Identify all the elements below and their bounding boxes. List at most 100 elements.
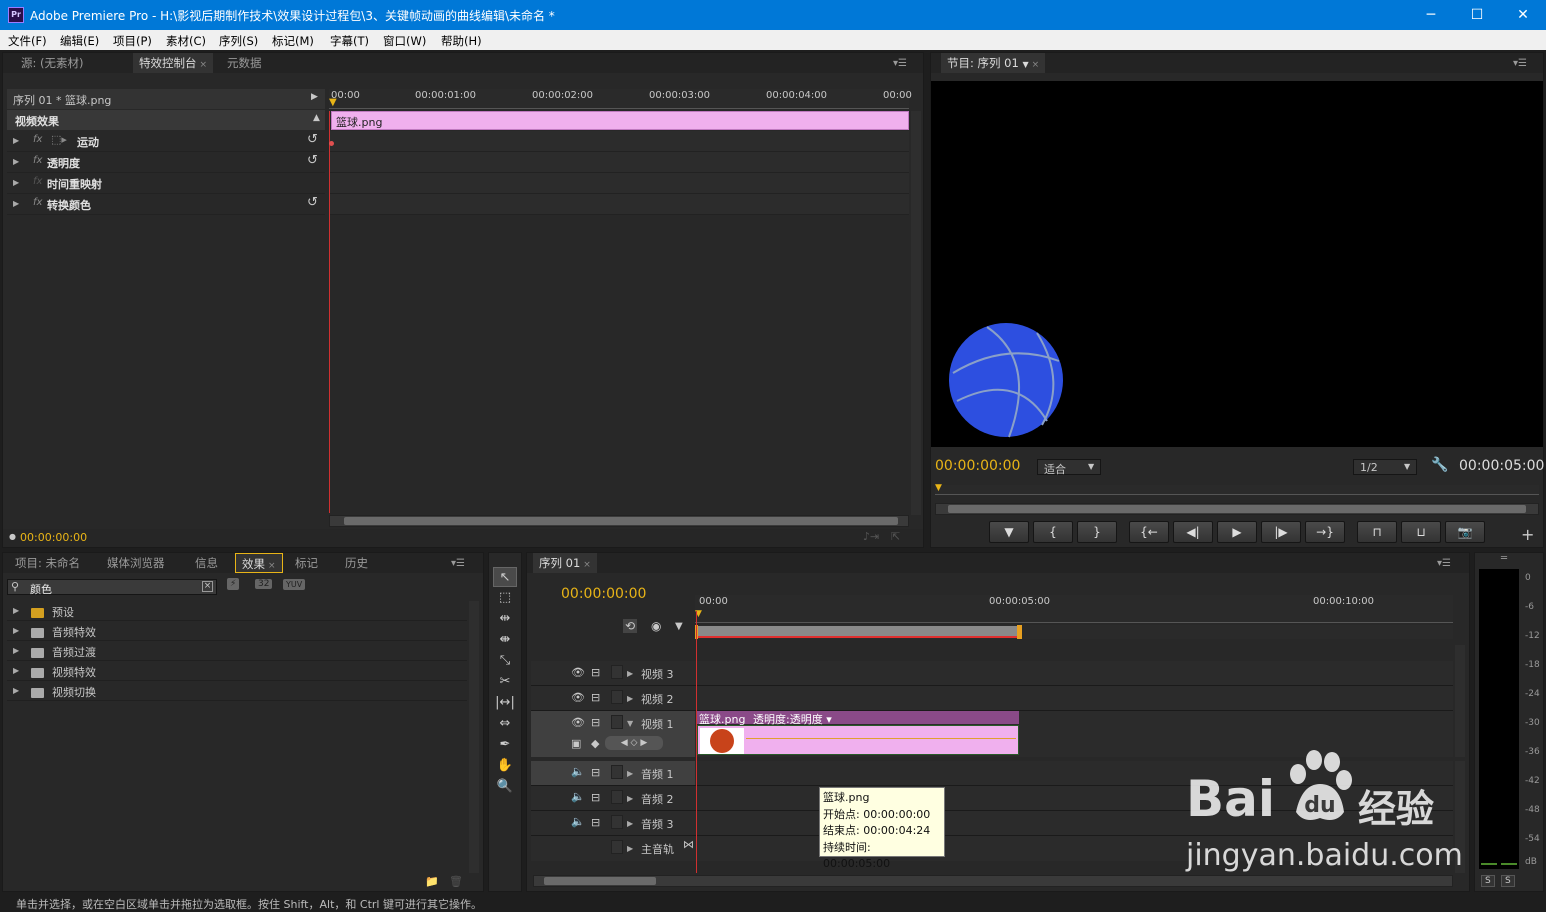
- work-area-bar[interactable]: [695, 626, 1019, 638]
- eye-icon[interactable]: 👁: [571, 666, 585, 679]
- lock-toggle[interactable]: [611, 665, 623, 679]
- close-button[interactable]: ✕: [1500, 0, 1546, 30]
- search-input[interactable]: 颜色: [30, 581, 52, 597]
- horizontal-scrollbar[interactable]: [329, 515, 909, 527]
- panel-menu-icon[interactable]: ▾☰: [1513, 58, 1527, 69]
- folder-audio-transitions[interactable]: ▶ 音频过渡: [7, 641, 467, 661]
- new-bin-icon[interactable]: 📁: [425, 875, 439, 888]
- track-select-tool-icon[interactable]: ⬚: [493, 588, 517, 608]
- disclosure-triangle-icon[interactable]: ▶: [13, 626, 19, 635]
- mark-in-button[interactable]: {: [1033, 521, 1073, 543]
- solo-right-button[interactable]: S: [1501, 875, 1515, 887]
- effect-clip-bar[interactable]: 篮球.png: [331, 111, 909, 130]
- tab-markers[interactable]: 标记: [289, 553, 324, 573]
- export-frame-button[interactable]: 📷: [1445, 521, 1485, 543]
- lock-track-icon[interactable]: ⊟: [591, 766, 600, 779]
- display-style-icon[interactable]: ▣: [571, 737, 581, 750]
- folder-audio-effects[interactable]: ▶ 音频特效: [7, 621, 467, 641]
- play-button[interactable]: ▶: [1217, 521, 1257, 543]
- eye-icon[interactable]: 👁: [571, 691, 585, 704]
- vertical-scrollbar[interactable]: [911, 111, 921, 515]
- lock-toggle[interactable]: [611, 690, 623, 704]
- extract-button[interactable]: ⊔: [1401, 521, 1441, 543]
- lock-toggle[interactable]: [611, 815, 623, 829]
- effect-timeline-ruler[interactable]: 00:00 00:00:01:00 00:00:02:00 00:00:03:0…: [329, 89, 912, 109]
- menu-project[interactable]: 项目(P): [113, 33, 152, 49]
- effect-row-opacity[interactable]: ▶ fx 透明度 ↺: [7, 152, 325, 173]
- fx-badge[interactable]: fx: [33, 134, 42, 145]
- maximize-button[interactable]: ☐: [1454, 0, 1500, 30]
- track-video-3[interactable]: 👁 ⊟ ▶ 视频 3: [531, 661, 1453, 686]
- rate-stretch-tool-icon[interactable]: ⤡: [493, 651, 517, 671]
- accelerated-effects-icon[interactable]: ⚡: [227, 578, 240, 590]
- close-icon[interactable]: ×: [583, 560, 591, 570]
- wrench-icon[interactable]: 🔧: [1431, 457, 1448, 473]
- keyframe-marker[interactable]: [329, 141, 334, 146]
- scroll-thumb[interactable]: [948, 505, 1526, 513]
- disclosure-triangle-icon[interactable]: ▶: [13, 136, 19, 145]
- step-back-button[interactable]: ◀|: [1173, 521, 1213, 543]
- menu-marker[interactable]: 标记(M): [272, 33, 314, 49]
- snap-icon[interactable]: ⟲: [623, 619, 638, 633]
- scroll-thumb[interactable]: [544, 877, 656, 885]
- keyframe-navigator[interactable]: ◀ ◇ ▶: [605, 736, 663, 750]
- scroll-thumb[interactable]: [344, 517, 898, 525]
- yuv-filter-button[interactable]: YUV: [283, 579, 306, 590]
- close-icon[interactable]: ×: [200, 60, 208, 70]
- razor-tool-icon[interactable]: ✂: [493, 672, 517, 692]
- lock-track-icon[interactable]: ⊟: [591, 791, 600, 804]
- lock-track-icon[interactable]: ⊟: [591, 716, 600, 729]
- disclosure-triangle-icon[interactable]: ▶: [13, 666, 19, 675]
- fx-badge[interactable]: fx: [33, 197, 42, 208]
- panel-menu-icon[interactable]: ▾☰: [893, 58, 907, 69]
- rolling-edit-tool-icon[interactable]: ⇼: [493, 630, 517, 650]
- lock-toggle[interactable]: [611, 765, 623, 779]
- go-to-in-button[interactable]: {←: [1129, 521, 1169, 543]
- disclosure-triangle-icon[interactable]: ▶: [13, 646, 19, 655]
- program-video-display[interactable]: [931, 81, 1543, 447]
- panel-menu-icon[interactable]: ▾☰: [1437, 558, 1451, 569]
- dropdown-arrow-icon[interactable]: ▼: [1022, 60, 1028, 69]
- lock-toggle[interactable]: [611, 790, 623, 804]
- minimize-button[interactable]: ─: [1408, 0, 1454, 30]
- vertical-scrollbar[interactable]: [469, 601, 479, 873]
- disclosure-triangle-icon[interactable]: ▶: [627, 844, 633, 853]
- add-marker-icon[interactable]: ▼: [675, 621, 683, 632]
- timeline-clip-body[interactable]: [697, 725, 1019, 755]
- tab-effects[interactable]: 效果 ×: [235, 553, 283, 573]
- playhead-icon[interactable]: ▼: [329, 97, 337, 108]
- step-forward-button[interactable]: |▶: [1261, 521, 1301, 543]
- disclosure-triangle-icon[interactable]: ▶: [13, 157, 19, 166]
- set-encore-marker-icon[interactable]: ◉: [651, 619, 661, 633]
- lock-track-icon[interactable]: ⊟: [591, 816, 600, 829]
- fit-dropdown[interactable]: 适合 ▼: [1037, 459, 1101, 476]
- 32bit-filter-button[interactable]: 32: [255, 579, 273, 589]
- folder-video-transitions[interactable]: ▶ 视频切换: [7, 681, 467, 701]
- program-scrollbar[interactable]: [935, 503, 1539, 515]
- menu-title[interactable]: 字幕(T): [330, 33, 369, 49]
- disclosure-triangle-icon[interactable]: ▶: [627, 794, 633, 803]
- speaker-icon[interactable]: 🔈: [571, 790, 585, 803]
- disclosure-triangle-icon[interactable]: ▶: [627, 769, 633, 778]
- disclosure-triangle-icon[interactable]: ▶: [627, 669, 633, 678]
- ripple-edit-tool-icon[interactable]: ⇹: [493, 609, 517, 629]
- mark-out-button[interactable]: }: [1077, 521, 1117, 543]
- transform-box-icon[interactable]: ⬚▸: [51, 133, 67, 146]
- reset-icon[interactable]: ↺: [307, 153, 318, 168]
- add-button-icon[interactable]: +: [1521, 525, 1534, 544]
- panel-menu-icon[interactable]: ▾☰: [451, 558, 465, 569]
- effect-row-time-remap[interactable]: ▶ fx 时间重映射: [7, 173, 325, 194]
- opacity-rubber-band[interactable]: [746, 738, 1016, 739]
- collapse-arrow-icon[interactable]: ▲: [313, 113, 320, 123]
- clear-search-icon[interactable]: ×: [202, 581, 213, 592]
- menu-edit[interactable]: 编辑(E): [60, 33, 99, 49]
- keyframe-icon[interactable]: ◆: [591, 737, 599, 750]
- menu-help[interactable]: 帮助(H): [441, 33, 482, 49]
- tab-sequence[interactable]: 序列 01 ×: [533, 553, 597, 573]
- menu-window[interactable]: 窗口(W): [383, 33, 426, 49]
- disclosure-triangle-icon[interactable]: ▶: [13, 686, 19, 695]
- menu-clip[interactable]: 素材(C): [166, 33, 206, 49]
- pen-tool-icon[interactable]: ✒: [493, 735, 517, 755]
- disclosure-triangle-icon[interactable]: ▶: [627, 694, 633, 703]
- lock-toggle[interactable]: [611, 840, 623, 854]
